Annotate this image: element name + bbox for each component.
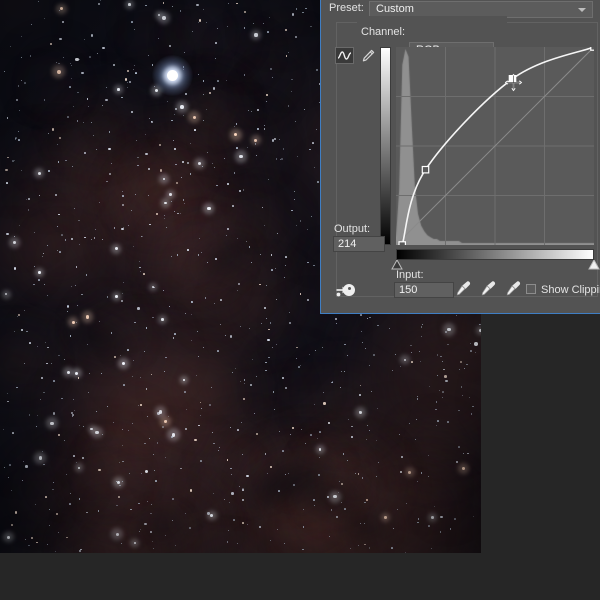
show-clipping-checkbox[interactable] [526, 284, 536, 294]
eyedropper-icon [482, 281, 495, 295]
preset-row: Preset: [329, 3, 364, 14]
pencil-icon [361, 49, 375, 63]
input-gradient-bar [396, 249, 594, 260]
output-label: Output: [334, 224, 370, 235]
control-point-black-point[interactable] [399, 242, 405, 245]
input-value: 150 [399, 284, 417, 296]
output-value: 214 [338, 238, 356, 250]
curve-overlay[interactable] [396, 47, 594, 245]
control-point-shadow-point[interactable] [422, 167, 428, 173]
curve-point-tool-button[interactable] [335, 47, 354, 64]
set-white-point-eyedropper[interactable] [506, 280, 521, 296]
set-black-point-eyedropper[interactable] [456, 280, 471, 296]
output-gradient-bar [380, 47, 391, 245]
output-field[interactable]: 214 [333, 236, 385, 252]
move-cursor-icon [504, 73, 523, 92]
curve-graph[interactable] [396, 47, 594, 245]
channel-label: Channel: [361, 27, 405, 38]
curve-icon [337, 50, 352, 61]
eyedropper-icon [457, 281, 470, 295]
input-label: Input: [396, 270, 424, 281]
show-clipping-label: Show Clipping [541, 285, 600, 296]
preset-value: Custom [376, 4, 414, 15]
targeted-adjustment-icon[interactable] [336, 282, 358, 298]
preset-label: Preset: [329, 3, 364, 14]
set-gray-point-eyedropper[interactable] [481, 280, 496, 296]
input-field[interactable]: 150 [394, 282, 454, 298]
eyedropper-icon [507, 281, 520, 295]
chevron-down-icon [578, 8, 586, 12]
white-point-slider[interactable] [588, 260, 600, 270]
channel-row: Channel: [361, 27, 405, 38]
pencil-tool-button[interactable] [358, 47, 377, 64]
app-root: Preset: Custom Channel: RGB [0, 0, 600, 600]
control-point-white-point[interactable] [591, 47, 594, 50]
